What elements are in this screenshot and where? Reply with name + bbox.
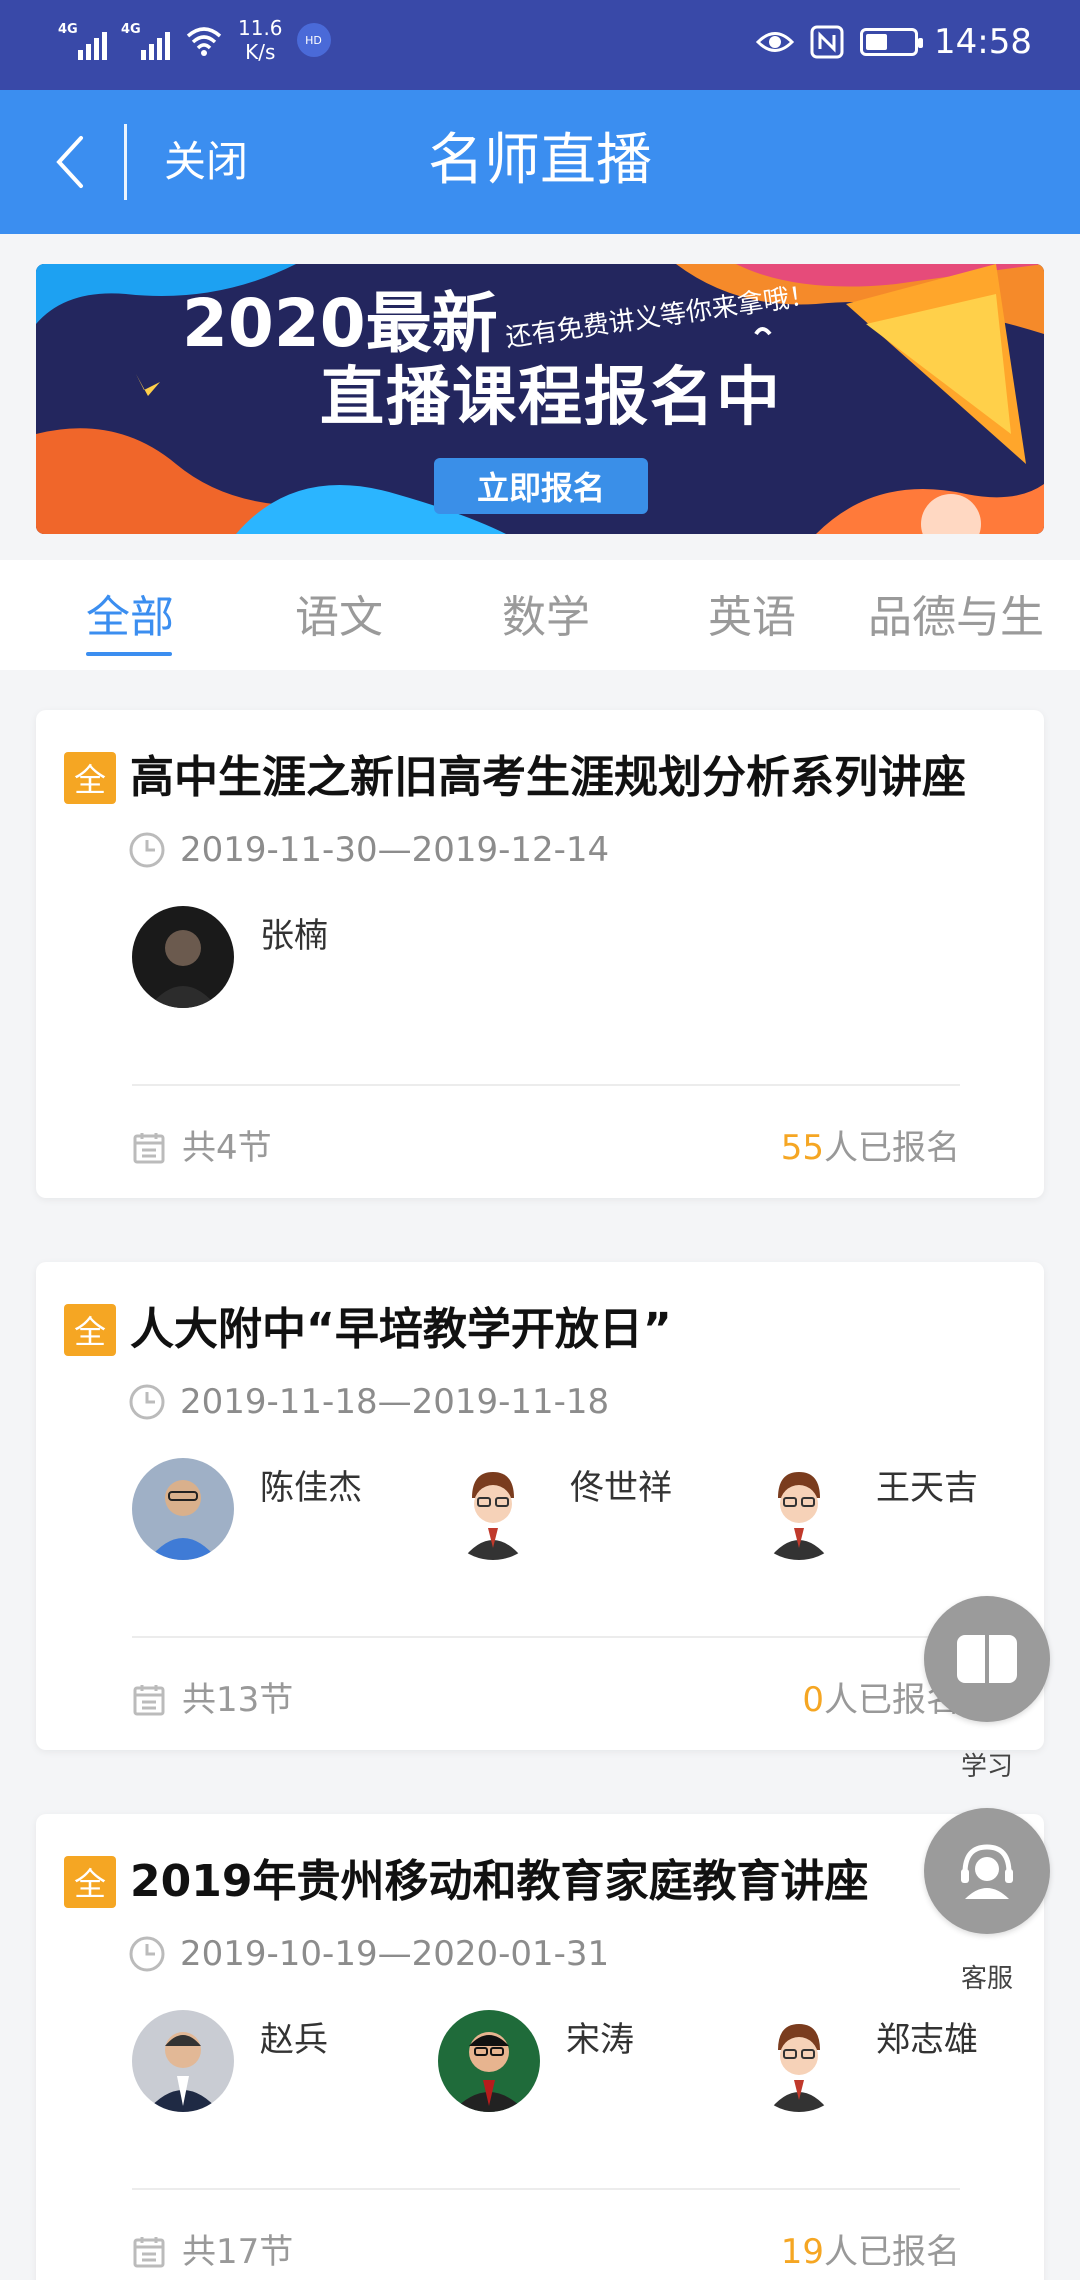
tab-chinese[interactable]: 语文 — [295, 590, 383, 646]
promo-banner[interactable]: 2020最新 还有免费讲义等你来拿哦！ 直播课程报名中 立即报名 — [36, 264, 1044, 534]
service-fab[interactable] — [924, 1808, 1050, 1934]
hd-badge-label: HD — [305, 33, 322, 47]
clock-icon — [129, 1936, 165, 1972]
lesson-count-text: 共17节 — [182, 2232, 294, 2272]
nfc-icon — [810, 25, 844, 59]
card-divider — [132, 1084, 960, 1086]
speed-value: 11.6 — [238, 16, 283, 40]
headset-icon — [961, 1844, 1013, 1899]
signup-number: 55 — [780, 1128, 824, 1168]
banner-headline: 直播课程报名中 — [320, 361, 782, 435]
course-title-row: 全 高中生涯之新旧高考生涯规划分析系列讲座 — [64, 750, 966, 806]
teacher-name: 郑志雄 — [876, 2020, 978, 2060]
avatar — [748, 2010, 850, 2112]
battery-fill — [866, 34, 888, 50]
speed-unit: K/s — [245, 40, 276, 64]
avatar — [132, 906, 234, 1008]
course-tag: 全 — [64, 1304, 116, 1356]
calendar-icon — [133, 1133, 165, 1164]
course-title: 高中生涯之新旧高考生涯规划分析系列讲座 — [130, 752, 966, 803]
course-date: 2019-11-30—2019-12-14 — [128, 828, 609, 872]
teacher-list: 张楠 — [132, 906, 1032, 1016]
signup-suffix: 人已报名 — [824, 1128, 960, 1168]
course-title-row: 全 2019年贵州移动和教育家庭教育讲座 — [64, 1854, 868, 1910]
course-date: 2019-11-18—2019-11-18 — [128, 1380, 609, 1424]
status-bar: 4G 4G 11.6 K/s HD 14:58 — [0, 0, 1080, 90]
course-card[interactable]: 全 人大附中“早培教学开放日” 2019-11-18—2019-11-18 陈佳… — [36, 1262, 1044, 1750]
signup-number: 19 — [780, 2232, 824, 2272]
clock-icon — [129, 1384, 165, 1420]
avatar — [438, 2010, 540, 2112]
avatar — [442, 1458, 544, 1560]
status-right: 14:58 — [756, 22, 1032, 62]
banner-year: 2020最新 — [182, 285, 498, 362]
teacher-list: 陈佳杰 佟世祥 王天吉 — [132, 1458, 1032, 1568]
category-tabs: 全部 语文 数学 英语 品德与生活 — [0, 560, 1080, 670]
banner-register-button[interactable]: 立即报名 — [434, 458, 648, 514]
course-card[interactable]: 全 2019年贵州移动和教育家庭教育讲座 2019-10-19—2020-01-… — [36, 1814, 1044, 2280]
signup-count: 55人已报名 — [781, 1126, 960, 1170]
avatar — [132, 2010, 234, 2112]
course-card[interactable]: 全 高中生涯之新旧高考生涯规划分析系列讲座 2019-11-30—2019-12… — [36, 710, 1044, 1198]
clock-time: 14:58 — [934, 22, 1032, 62]
course-date-text: 2019-11-18—2019-11-18 — [180, 1382, 610, 1422]
signup-number: 0 — [802, 1680, 824, 1720]
teacher-name: 宋涛 — [566, 2020, 634, 2060]
network-speed: 11.6 K/s — [238, 16, 283, 64]
teacher-name: 陈佳杰 — [260, 1468, 362, 1508]
wifi-icon — [186, 27, 222, 56]
tab-math[interactable]: 数学 — [502, 590, 590, 646]
lesson-count-text: 共4节 — [182, 1128, 272, 1168]
tab-english[interactable]: 英语 — [708, 590, 796, 646]
signup-count: 19人已报名 — [781, 2230, 960, 2274]
teacher-list: 赵兵 宋涛 郑志雄 — [132, 2010, 1032, 2120]
calendar-icon — [133, 1685, 165, 1716]
tabs-scroller[interactable]: 全部 语文 数学 英语 品德与生活 — [0, 560, 1044, 670]
teacher-name: 赵兵 — [260, 2020, 328, 2060]
study-label: 学习 — [960, 1752, 1013, 1782]
course-date-text: 2019-11-30—2019-12-14 — [180, 830, 610, 870]
teacher-name: 张楠 — [260, 916, 328, 956]
battery-icon — [860, 28, 924, 56]
lesson-count: 共13节 — [132, 1678, 293, 1722]
course-date-text: 2019-10-19—2020-01-31 — [180, 1934, 610, 1974]
course-tag: 全 — [64, 1856, 116, 1908]
teacher-name: 王天吉 — [876, 1468, 978, 1508]
course-list[interactable]: 全 高中生涯之新旧高考生涯规划分析系列讲座 2019-11-30—2019-12… — [0, 670, 1080, 2280]
card-divider — [132, 1636, 960, 1638]
tab-all[interactable]: 全部 — [86, 590, 174, 646]
card-divider — [132, 2188, 960, 2190]
lesson-count: 共17节 — [132, 2230, 293, 2274]
signal-icon: 4G — [58, 20, 107, 60]
signup-suffix: 人已报名 — [824, 2232, 960, 2272]
eye-icon — [756, 32, 795, 52]
hd-badge: HD — [296, 23, 331, 57]
lesson-count: 共4节 — [132, 1126, 272, 1170]
calendar-icon — [133, 2237, 165, 2268]
teacher-name: 佟世祥 — [570, 1468, 672, 1508]
course-tag: 全 — [64, 752, 116, 804]
nav-bar: 关闭 名师直播 — [0, 90, 1080, 234]
signal-label-2: 4G — [121, 22, 141, 37]
book-icon — [957, 1635, 1017, 1683]
course-title-row: 全 人大附中“早培教学开放日” — [64, 1302, 672, 1358]
tab-morality[interactable]: 品德与生活 — [868, 590, 1044, 646]
page-title: 名师直播 — [428, 128, 652, 193]
status-left: 4G 4G 11.6 K/s HD — [58, 16, 331, 64]
course-title: 2019年贵州移动和教育家庭教育讲座 — [130, 1856, 869, 1907]
active-tab-indicator — [86, 652, 172, 656]
course-title: 人大附中“早培教学开放日” — [130, 1304, 672, 1355]
study-fab[interactable] — [924, 1596, 1050, 1722]
avatar — [748, 1458, 850, 1560]
lesson-count-text: 共13节 — [182, 1680, 294, 1720]
clock-icon — [129, 832, 165, 868]
avatar — [132, 1458, 234, 1560]
signal-icon-2: 4G — [121, 20, 170, 60]
course-date: 2019-10-19—2020-01-31 — [128, 1932, 609, 1976]
signal-label: 4G — [58, 22, 78, 37]
service-label: 客服 — [960, 1964, 1013, 1994]
